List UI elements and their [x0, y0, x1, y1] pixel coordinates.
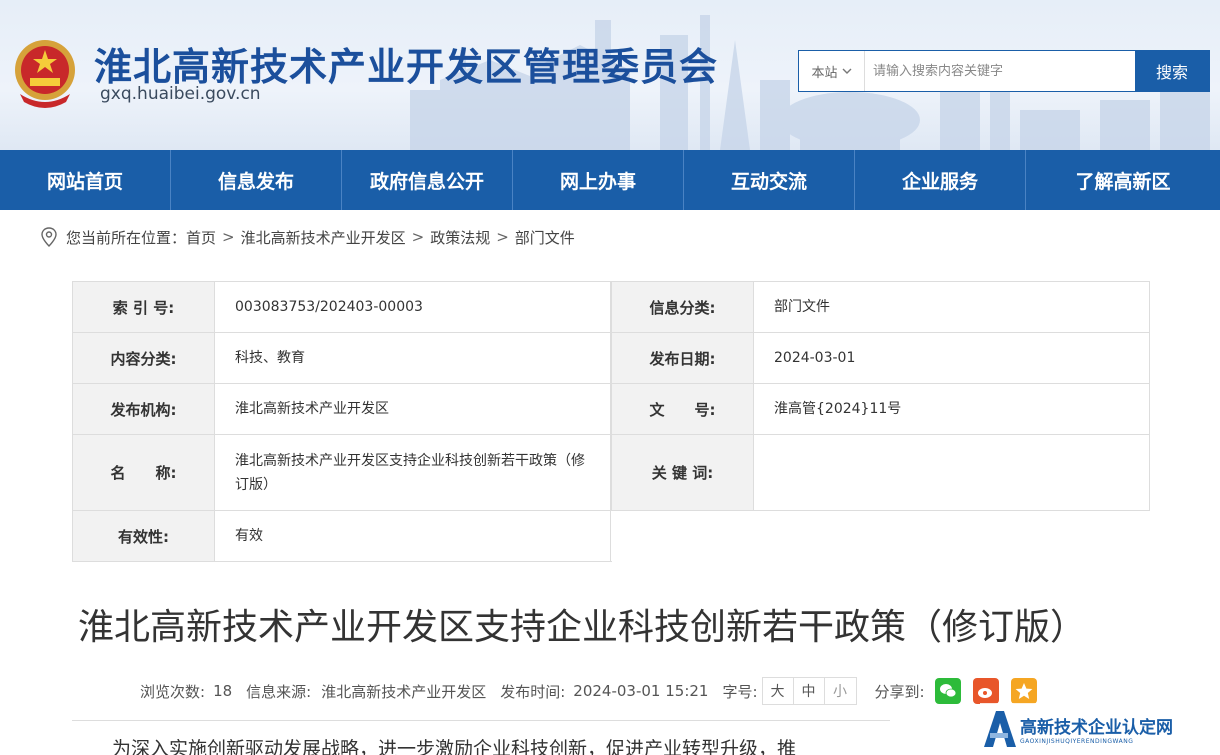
wechat-icon[interactable]	[934, 678, 961, 704]
meta-org-label: 发布机构:	[72, 384, 215, 434]
content-divider	[72, 720, 890, 721]
search-scope-label: 本站	[811, 65, 838, 81]
breadcrumb-prefix: 您当前所在位置：	[66, 228, 187, 247]
publish-time-label: 发布时间:	[500, 682, 566, 701]
watermark: 高新技术企业认定网 GAOXINJISHUQIYERENDINGWANG	[980, 703, 1220, 755]
nav-item-info-release[interactable]: 信息发布	[171, 150, 342, 210]
meta-validity-value: 有效	[215, 511, 611, 561]
site-header: 淮北高新技术产业开发区管理委员会 gxq.huaibei.gov.cn 本站 搜…	[0, 0, 1220, 150]
search-box: 本站 搜索	[798, 50, 1210, 92]
watermark-subtext: GAOXINJISHUQIYERENDINGWANG	[1020, 738, 1134, 745]
meta-name-label: 名 称:	[72, 435, 215, 510]
nav-item-interaction[interactable]: 互动交流	[684, 150, 855, 210]
font-size-small-button[interactable]: 小	[825, 678, 856, 704]
meta-date-value: 2024-03-01	[754, 333, 1150, 383]
breadcrumb-policy[interactable]: 政策法规	[430, 227, 490, 248]
search-button[interactable]: 搜索	[1135, 51, 1209, 91]
source-value: 淮北高新技术产业开发区	[321, 682, 487, 701]
source-label: 信息来源:	[246, 682, 312, 701]
breadcrumb-district[interactable]: 淮北高新技术产业开发区	[241, 227, 406, 248]
search-input[interactable]	[865, 51, 1135, 91]
article-info-bar: 浏览次数: 18 信息来源: 淮北高新技术产业开发区 发布时间: 2024-03…	[140, 677, 1037, 705]
meta-keyword-value	[754, 435, 1150, 510]
meta-row: 有效性: 有效	[72, 511, 612, 562]
breadcrumb: 您当前所在位置： 首页 > 淮北高新技术产业开发区 > 政策法规 > 部门文件	[40, 226, 575, 248]
nav-item-online-service[interactable]: 网上办事	[513, 150, 684, 210]
share-icons	[934, 678, 1037, 704]
meta-category-label: 信息分类:	[611, 282, 754, 332]
publish-time-value: 2024-03-01 15:21	[573, 682, 709, 700]
main-nav: 网站首页 信息发布 政府信息公开 网上办事 互动交流 企业服务 了解高新区	[0, 150, 1220, 210]
meta-row: 名 称: 淮北高新技术产业开发区支持企业科技创新若干政策（修订版） 关 键 词:	[72, 434, 1150, 511]
weibo-icon[interactable]	[972, 678, 999, 704]
meta-content-label: 内容分类:	[72, 333, 215, 383]
meta-name-value: 淮北高新技术产业开发区支持企业科技创新若干政策（修订版）	[215, 435, 611, 510]
breadcrumb-separator: >	[496, 228, 509, 246]
meta-date-label: 发布日期:	[611, 333, 754, 383]
meta-row: 内容分类: 科技、教育 发布日期: 2024-03-01	[72, 332, 1150, 383]
chevron-down-icon	[842, 68, 851, 74]
site-title: 淮北高新技术产业开发区管理委员会	[94, 45, 719, 89]
meta-doc-number-label: 文 号:	[611, 384, 754, 434]
font-size-switcher: 大 中 小	[761, 677, 857, 705]
share-label: 分享到:	[874, 682, 925, 701]
meta-row: 索 引 号: 003083753/202403-00003 信息分类: 部门文件	[72, 281, 1150, 332]
meta-content-value: 科技、教育	[215, 333, 611, 383]
font-size-medium-button[interactable]: 中	[794, 678, 825, 704]
nav-item-about[interactable]: 了解高新区	[1026, 150, 1220, 210]
breadcrumb-home[interactable]: 首页	[186, 227, 216, 248]
watermark-logo-icon	[984, 711, 1016, 747]
breadcrumb-separator: >	[411, 228, 425, 246]
article-body-first-line: 为深入实施创新驱动发展战略，进一步激励企业科技创新，促进产业转型升级，推	[112, 738, 797, 755]
meta-keyword-label: 关 键 词:	[611, 435, 754, 510]
nav-item-enterprise[interactable]: 企业服务	[855, 150, 1026, 210]
nav-item-home[interactable]: 网站首页	[0, 150, 171, 210]
views-count: 18	[213, 682, 233, 700]
nav-item-gov-info[interactable]: 政府信息公开	[342, 150, 513, 210]
views-label: 浏览次数:	[140, 682, 206, 701]
meta-row: 发布机构: 淮北高新技术产业开发区 文 号: 淮高管{2024}11号	[72, 383, 1150, 434]
national-emblem-icon	[15, 40, 75, 108]
site-domain: gxq.huaibei.gov.cn	[100, 84, 261, 104]
meta-org-value: 淮北高新技术产业开发区	[215, 384, 611, 434]
meta-validity-label: 有效性:	[72, 511, 215, 561]
document-meta-table: 索 引 号: 003083753/202403-00003 信息分类: 部门文件…	[72, 281, 1150, 562]
font-size-large-button[interactable]: 大	[763, 678, 794, 704]
location-pin-icon	[41, 227, 57, 247]
meta-index-value: 003083753/202403-00003	[215, 282, 611, 332]
watermark-text: 高新技术企业认定网	[1020, 718, 1173, 738]
qzone-icon[interactable]	[1010, 678, 1037, 704]
font-size-label: 字号:	[722, 682, 758, 701]
meta-category-value: 部门文件	[754, 282, 1150, 332]
article-title: 淮北高新技术产业开发区支持企业科技创新若干政策（修订版）	[78, 607, 1087, 648]
meta-index-label: 索 引 号:	[72, 282, 215, 332]
search-scope-select[interactable]: 本站	[799, 51, 865, 91]
breadcrumb-dept-files[interactable]: 部门文件	[515, 227, 575, 248]
meta-doc-number-value: 淮高管{2024}11号	[754, 384, 1150, 434]
breadcrumb-separator: >	[222, 228, 235, 246]
